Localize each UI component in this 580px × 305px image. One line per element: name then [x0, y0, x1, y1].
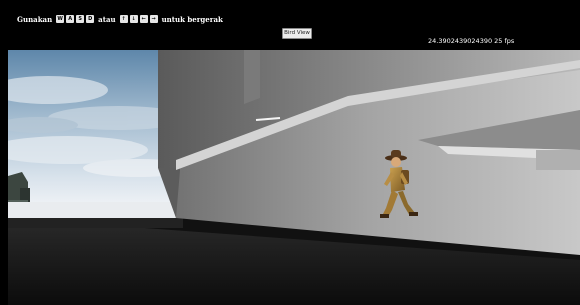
game-window: Gunakan W A S D atau ↑ ↓ ← → untuk berge…: [0, 0, 580, 305]
key-s: S: [76, 15, 85, 23]
key-a: A: [66, 15, 75, 23]
horizon-strip: [8, 202, 183, 218]
controls-hint: Gunakan W A S D atau ↑ ↓ ← → untuk berge…: [15, 12, 225, 26]
3d-viewport[interactable]: [8, 50, 580, 305]
arrow-left-key-icon: ←: [139, 15, 148, 23]
hint-suffix: untuk bergerak: [161, 14, 223, 24]
arrow-up-key-icon: ↑: [119, 15, 128, 23]
fps-counter: 24.3902439024390 25 fps: [428, 37, 515, 45]
hint-middle: atau: [98, 14, 116, 24]
pillar: [244, 50, 260, 104]
bird-view-button[interactable]: Bird View: [282, 28, 312, 39]
arrow-down-key-icon: ↓: [129, 15, 138, 23]
recess-block: [536, 150, 580, 170]
top-hud: Gunakan W A S D atau ↑ ↓ ← → untuk berge…: [0, 0, 580, 50]
hint-prefix: Gunakan: [17, 14, 53, 24]
key-d: D: [86, 15, 95, 23]
key-w: W: [56, 15, 65, 23]
scene-canvas[interactable]: [8, 50, 580, 305]
arrow-right-key-icon: →: [149, 15, 158, 23]
